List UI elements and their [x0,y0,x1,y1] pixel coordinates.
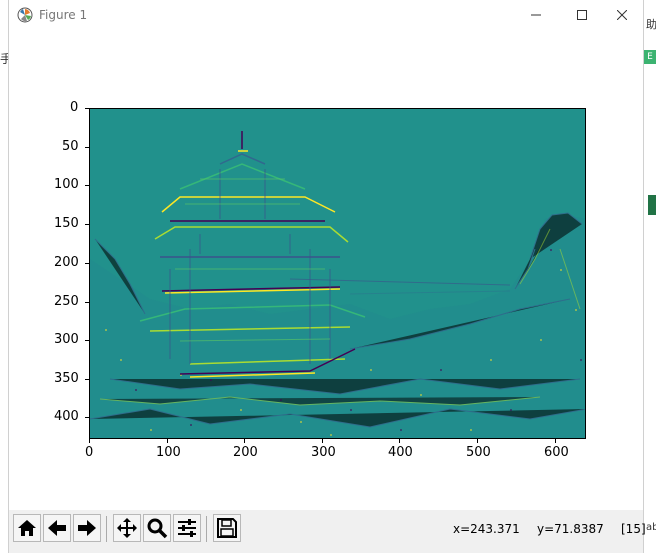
y-tick-label: 150 [54,216,79,231]
maximize-icon [577,10,587,20]
x-tick-label: 0 [85,445,94,460]
y-tick-label: 50 [62,139,79,154]
cursor-y-readout: y=71.8387 [537,522,604,536]
title-bar[interactable]: Figure 1 [9,0,643,30]
y-tick-label: 100 [54,177,79,192]
toolbar-separator [206,516,207,542]
forward-icon [78,520,96,536]
plot-image[interactable] [89,108,586,439]
y-tick-label: 400 [54,409,79,424]
pan-button[interactable] [113,514,141,542]
y-tick-label: 0 [70,100,79,115]
edge-filtered-pagoda-image [90,131,585,438]
pan-icon [117,518,137,538]
x-tick-label: 500 [466,445,491,460]
x-tick-label: 200 [233,445,258,460]
background-app-left: 手 [0,0,12,553]
background-text-fragment: 助 [646,18,656,31]
close-icon [617,10,627,20]
x-tick-label: 100 [156,445,181,460]
y-tick-label: 350 [54,371,79,386]
zoom-icon [147,518,168,539]
y-tick-label: 250 [54,294,79,309]
figure-window: Figure 1 0 50 100 150 200 250 300 350 40… [8,0,646,553]
minimize-button[interactable] [513,0,559,30]
background-block [648,195,656,215]
zoom-button[interactable] [143,514,171,542]
figure-canvas[interactable]: 0 50 100 150 200 250 300 350 400 0 100 2… [9,30,643,510]
toolbar-separator [106,516,107,542]
navigation-toolbar: x=243.371 y=71.8387 [15] [9,510,646,553]
cursor-x-readout: x=243.371 [453,522,520,536]
background-app-right: 助 E ab [644,0,656,553]
y-tick-label: 300 [54,332,79,347]
pixel-value-readout: [15] [621,522,646,536]
background-text-fragment: ab [646,522,656,533]
back-icon [48,520,66,536]
configure-subplots-button[interactable] [173,514,201,542]
save-icon [217,518,237,538]
x-tick-label: 600 [544,445,569,460]
forward-button[interactable] [73,514,101,542]
save-button[interactable] [213,514,241,542]
x-tick-label: 300 [311,445,336,460]
close-button[interactable] [599,0,645,30]
y-tick-label: 200 [54,255,79,270]
home-icon [18,520,36,536]
configure-subplots-icon [178,519,196,537]
window-title: Figure 1 [39,8,88,22]
home-button[interactable] [13,514,41,542]
matplotlib-logo-icon [17,7,33,23]
x-tick-label: 400 [388,445,413,460]
minimize-icon [531,14,541,16]
back-button[interactable] [43,514,71,542]
background-badge: E [644,50,656,64]
